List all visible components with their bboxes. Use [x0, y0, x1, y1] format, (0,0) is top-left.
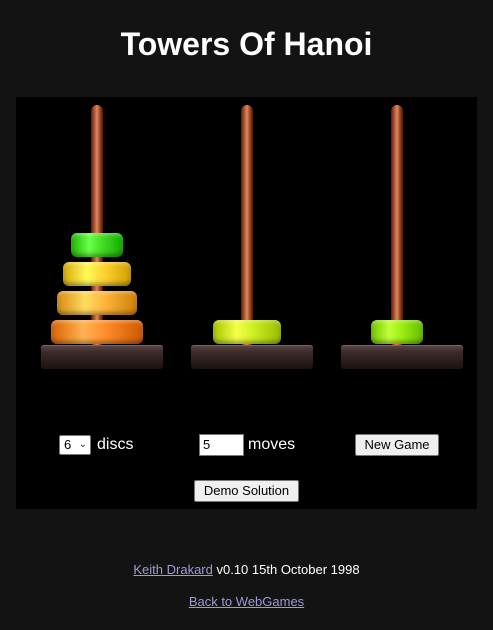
chevron-down-icon: ⌄	[78, 439, 87, 450]
credits-line: Keith Drakard v0.10 15th October 1998	[0, 562, 493, 577]
page-title: Towers Of Hanoi	[120, 26, 373, 62]
disc-size-1[interactable]	[71, 233, 123, 257]
moves-field[interactable]: 5	[199, 434, 244, 456]
disc-size-3[interactable]	[57, 291, 137, 315]
discs-select[interactable]: 6 ⌄	[59, 435, 91, 455]
tower-base	[341, 345, 463, 369]
demo-solution-button[interactable]: Demo Solution	[194, 480, 299, 502]
peg	[391, 105, 403, 347]
new-game-button[interactable]: New Game	[355, 434, 439, 456]
disc-size-2[interactable]	[213, 320, 281, 344]
controls-row: 6 ⌄ discs 5 moves New Game	[16, 433, 477, 463]
discs-select-value: 6	[64, 437, 72, 452]
disc-size-2[interactable]	[63, 262, 131, 286]
tower-3[interactable]	[321, 97, 471, 397]
back-link-row: Back to WebGames	[0, 594, 493, 609]
moves-label: moves	[248, 436, 296, 453]
tower-1[interactable]	[21, 97, 171, 397]
version-text: v0.10 15th October 1998	[212, 562, 360, 577]
disc-size-4[interactable]	[51, 320, 143, 344]
tower-base	[41, 345, 163, 369]
author-link[interactable]: Keith Drakard	[133, 562, 212, 577]
tower-base	[191, 345, 313, 369]
discs-label: discs	[97, 436, 134, 453]
disc-size-1[interactable]	[371, 320, 423, 344]
tower-2[interactable]	[171, 97, 321, 397]
back-to-webgames-link[interactable]: Back to WebGames	[189, 594, 304, 609]
game-board: 6 ⌄ discs 5 moves New Game Demo Solution	[16, 97, 477, 509]
peg	[241, 105, 253, 347]
